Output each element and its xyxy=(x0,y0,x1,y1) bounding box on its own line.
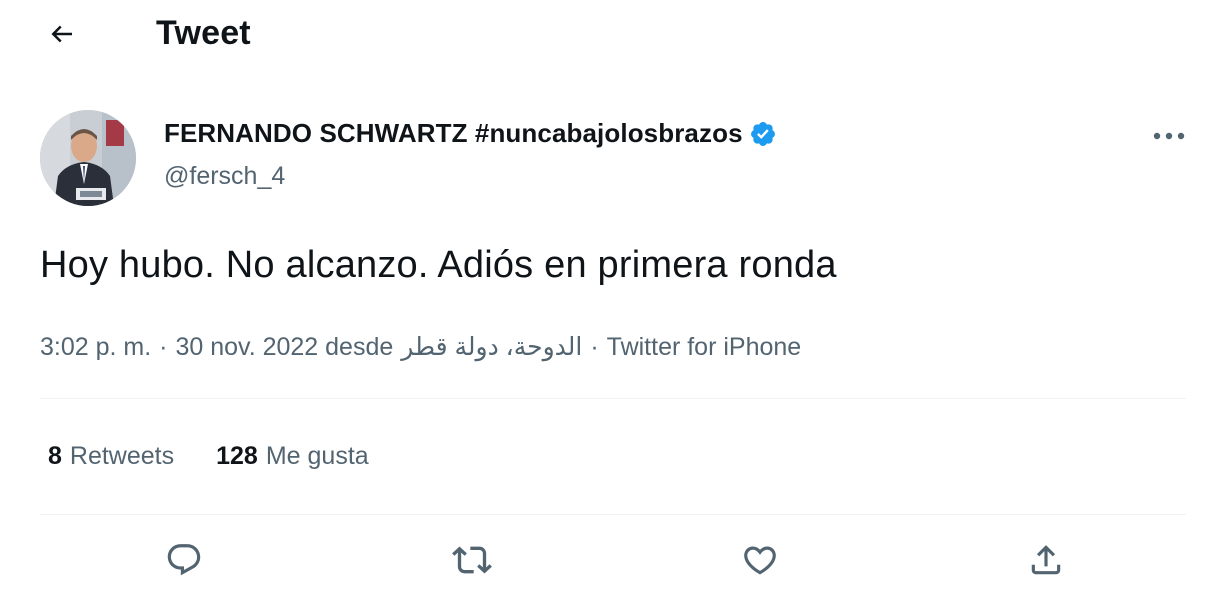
tweet-page: Tweet FERNANDO SCHWARTZ #nuncabajolosbra… xyxy=(0,0,1224,613)
retweet-button[interactable] xyxy=(442,530,502,590)
meta-separator: · xyxy=(159,332,168,361)
likes-label: Me gusta xyxy=(265,442,369,470)
retweet-icon xyxy=(452,546,492,574)
arrow-left-icon xyxy=(51,25,72,43)
more-options-button[interactable] xyxy=(1144,118,1194,154)
likes-count: 128 xyxy=(216,442,258,470)
avatar[interactable] xyxy=(40,110,136,206)
share-button[interactable] xyxy=(1016,530,1076,590)
like-icon xyxy=(744,546,776,575)
meta-separator-2: · xyxy=(590,332,599,361)
top-bar: Tweet xyxy=(0,0,1224,70)
like-button[interactable] xyxy=(730,530,790,590)
tweet-location[interactable]: الدوحة، دولة قطر xyxy=(401,332,582,362)
reply-button[interactable] xyxy=(154,530,214,590)
likes-stat[interactable]: 128 Me gusta xyxy=(216,442,369,471)
verified-badge-icon xyxy=(749,120,777,148)
reply-icon xyxy=(167,544,201,576)
tweet-source[interactable]: Twitter for iPhone xyxy=(607,333,802,362)
tweet-date[interactable]: 30 nov. 2022 desde xyxy=(176,333,394,362)
retweets-stat[interactable]: 8 Retweets xyxy=(48,442,174,471)
tweet-actions xyxy=(40,530,1186,590)
avatar-image xyxy=(40,110,136,206)
page-title: Tweet xyxy=(156,14,251,52)
more-icon xyxy=(1153,132,1185,140)
tweet-time[interactable]: 3:02 p. m. xyxy=(40,333,151,362)
tweet-stats: 8 Retweets 128 Me gusta xyxy=(48,442,411,471)
share-icon xyxy=(1031,545,1061,575)
author-handle[interactable]: @fersch_4 xyxy=(164,162,285,191)
author-name[interactable]: FERNANDO SCHWARTZ #nuncabajolosbrazos xyxy=(164,118,777,149)
retweets-label: Retweets xyxy=(69,442,175,470)
divider-top xyxy=(40,398,1186,399)
retweets-count: 8 xyxy=(48,442,62,470)
tweet-text: Hoy hubo. No alcanzo. Adiós en primera r… xyxy=(40,244,837,286)
divider-bottom xyxy=(40,514,1186,515)
back-button[interactable] xyxy=(40,14,84,54)
tweet-meta: 3:02 p. m. · 30 nov. 2022 desde الدوحة، … xyxy=(40,332,801,362)
author-name-text: FERNANDO SCHWARTZ #nuncabajolosbrazos xyxy=(164,118,743,148)
